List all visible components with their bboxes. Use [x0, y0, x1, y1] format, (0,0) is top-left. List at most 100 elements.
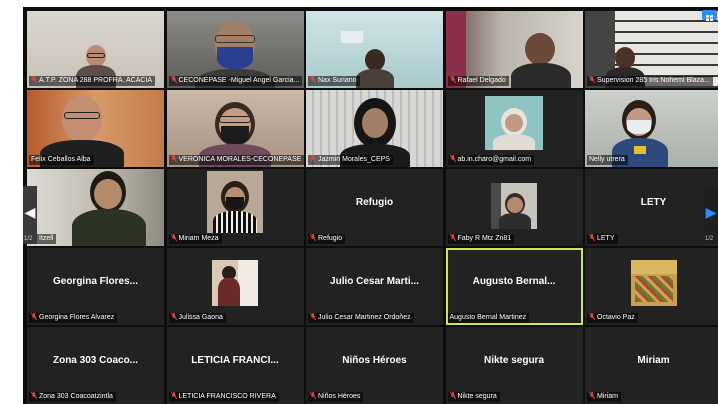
participant-tile[interactable]: Julio Cesar Marti... Julio Cesar Martine…: [306, 248, 443, 325]
participant-name-label: CECONEPASE -Miguel Angel Garcia...: [168, 76, 303, 86]
muted-mic-icon: [588, 76, 596, 84]
page-indicator: 1/2: [705, 236, 714, 242]
participant-display-name: Georgina Flores...: [52, 276, 139, 287]
muted-mic-icon: [30, 392, 38, 400]
participant-name-label: Jazmin Morales_CEPS: [308, 155, 393, 165]
muted-mic-icon: [309, 234, 317, 242]
muted-mic-icon: [309, 155, 317, 163]
participant-tile[interactable]: Miriam Meza: [166, 169, 304, 246]
next-page-button[interactable]: ▶ 1/2: [704, 186, 718, 244]
participant-tile[interactable]: Rafael Delgado: [445, 11, 583, 88]
participant-name-label: Faby R Mtz Zn81: [447, 234, 515, 244]
participant-tile[interactable]: Octavio Paz: [585, 248, 718, 325]
participant-display-name: Nikte segura: [483, 355, 545, 366]
grid-view-icon: [706, 15, 713, 21]
participant-tile[interactable]: Niños Héroes Niños Héroes: [306, 327, 443, 404]
participant-video: [630, 260, 677, 306]
participant-name: LETICIA FRANCISCO RIVERA: [178, 393, 276, 400]
muted-mic-icon: [449, 392, 456, 400]
participant-tile[interactable]: Georgina Flores... Georgina Flores Alvar…: [27, 248, 164, 325]
participant-tile[interactable]: Zona 303 Coaco... Zona 303 Coacoatzintla: [27, 327, 164, 404]
participant-tile[interactable]: Jazmin Morales_CEPS: [306, 90, 443, 167]
chevron-left-icon: ◀: [24, 204, 36, 220]
participant-name-label: Julio Cesar Martinez Ordoñez: [308, 313, 414, 323]
participant-name: Nelly utrera: [589, 156, 625, 163]
muted-mic-icon: [170, 313, 177, 321]
muted-mic-icon: [170, 76, 177, 84]
participant-tile[interactable]: Itzell: [27, 169, 164, 246]
view-options-button[interactable]: [702, 10, 717, 21]
muted-mic-icon: [588, 313, 596, 321]
participant-name: Julio Cesar Martinez Ordoñez: [318, 314, 411, 321]
participant-name-label: Refugio: [308, 234, 346, 244]
participant-tile[interactable]: Nax Suriano: [306, 11, 443, 88]
participant-name: Georgina Flores Alvarez: [39, 314, 115, 321]
participant-name: Felix Ceballos Alba: [31, 156, 91, 163]
participant-display-name: Augusto Bernal...: [472, 276, 556, 287]
participant-tile[interactable]: LETY LETY: [585, 169, 718, 246]
muted-mic-icon: [309, 76, 317, 84]
participant-tile[interactable]: Nikte segura Nikte segura: [445, 327, 583, 404]
participant-video: [491, 183, 537, 229]
participant-name: Miriam: [597, 393, 618, 400]
participant-display-name: LETY: [640, 197, 667, 208]
participant-display-name: LETICIA FRANCI...: [191, 355, 279, 366]
active-speaker-tile[interactable]: Augusto Bernal... Augusto Bernal Martine…: [445, 248, 583, 325]
participant-name-label: Rafael Delgado: [447, 76, 509, 86]
participant-display-name: Miriam: [637, 355, 670, 366]
previous-page-button[interactable]: ◀ 1/2: [23, 186, 37, 244]
participant-tile[interactable]: Felix Ceballos Alba: [27, 90, 164, 167]
participant-tile[interactable]: Julissa Gaona: [166, 248, 304, 325]
participant-video: [485, 96, 543, 150]
participant-tile[interactable]: CECONEPASE -Miguel Angel Garcia...: [166, 11, 304, 88]
participant-name-label: LETY: [587, 234, 618, 244]
participant-tile[interactable]: VERONICA MORALES-CECONEPASE: [166, 90, 304, 167]
participant-name-label: Nax Suriano: [308, 76, 360, 86]
participant-tile[interactable]: Miriam Miriam: [585, 327, 718, 404]
muted-mic-icon: [449, 155, 456, 163]
participant-name: Octavio Paz: [597, 314, 635, 321]
participant-grid: A.T.P. ZONA 288 PROFRA. ACACIA CECONEPAS…: [27, 11, 718, 404]
participant-name: VERONICA MORALES-CECONEPASE: [178, 156, 302, 163]
muted-mic-icon: [30, 76, 38, 84]
participant-name: Miriam Meza: [178, 235, 219, 242]
participant-name-label: Zona 303 Coacoatzintla: [29, 392, 116, 402]
muted-mic-icon: [309, 313, 317, 321]
muted-mic-icon: [588, 234, 596, 242]
muted-mic-icon: [449, 234, 456, 242]
participant-name: Nikte segura: [457, 393, 497, 400]
participant-display-name: Zona 303 Coaco...: [52, 355, 139, 366]
participant-name-label: Niños Héroes: [308, 392, 364, 402]
participant-name: Faby R Mtz Zn81: [457, 235, 512, 242]
chevron-right-icon: ▶: [705, 204, 717, 220]
participant-tile[interactable]: ab.in.charo@gmail.com: [445, 90, 583, 167]
participant-name: Refugio: [318, 235, 343, 242]
video-gallery: A.T.P. ZONA 288 PROFRA. ACACIA CECONEPAS…: [23, 7, 718, 404]
participant-name-label: Georgina Flores Alvarez: [29, 313, 118, 323]
participant-name: Zona 303 Coacoatzintla: [39, 393, 113, 400]
participant-name: Rafael Delgado: [457, 77, 506, 84]
participant-name-label: Felix Ceballos Alba: [29, 155, 94, 165]
participant-name: Julissa Gaona: [178, 314, 223, 321]
participant-name: Augusto Bernal Martinez: [449, 314, 527, 321]
participant-name: LETY: [597, 235, 615, 242]
muted-mic-icon: [449, 76, 456, 84]
participant-name: Nax Suriano: [318, 77, 357, 84]
participant-tile[interactable]: LETICIA FRANCI... LETICIA FRANCISCO RIVE…: [166, 327, 304, 404]
muted-mic-icon: [170, 392, 177, 400]
participant-display-name: Niños Héroes: [342, 355, 407, 366]
muted-mic-icon: [170, 155, 177, 163]
participant-tile[interactable]: Faby R Mtz Zn81: [445, 169, 583, 246]
participant-name-label: Miriam Meza: [168, 234, 222, 244]
participant-tile[interactable]: Refugio Refugio: [306, 169, 443, 246]
participant-video: [207, 171, 263, 233]
participant-tile[interactable]: A.T.P. ZONA 288 PROFRA. ACACIA: [27, 11, 164, 88]
participant-display-name: Julio Cesar Marti...: [330, 276, 419, 287]
muted-mic-icon: [309, 392, 317, 400]
participant-tile[interactable]: Supervision 285 Iris Nohemi Blaza...: [585, 11, 718, 88]
participant-name-label: Augusto Bernal Martinez: [447, 313, 530, 323]
page-indicator: 1/2: [24, 236, 33, 242]
participant-name-label: VERONICA MORALES-CECONEPASE: [168, 155, 304, 165]
muted-mic-icon: [170, 234, 177, 242]
participant-tile[interactable]: Nelly utrera: [585, 90, 718, 167]
